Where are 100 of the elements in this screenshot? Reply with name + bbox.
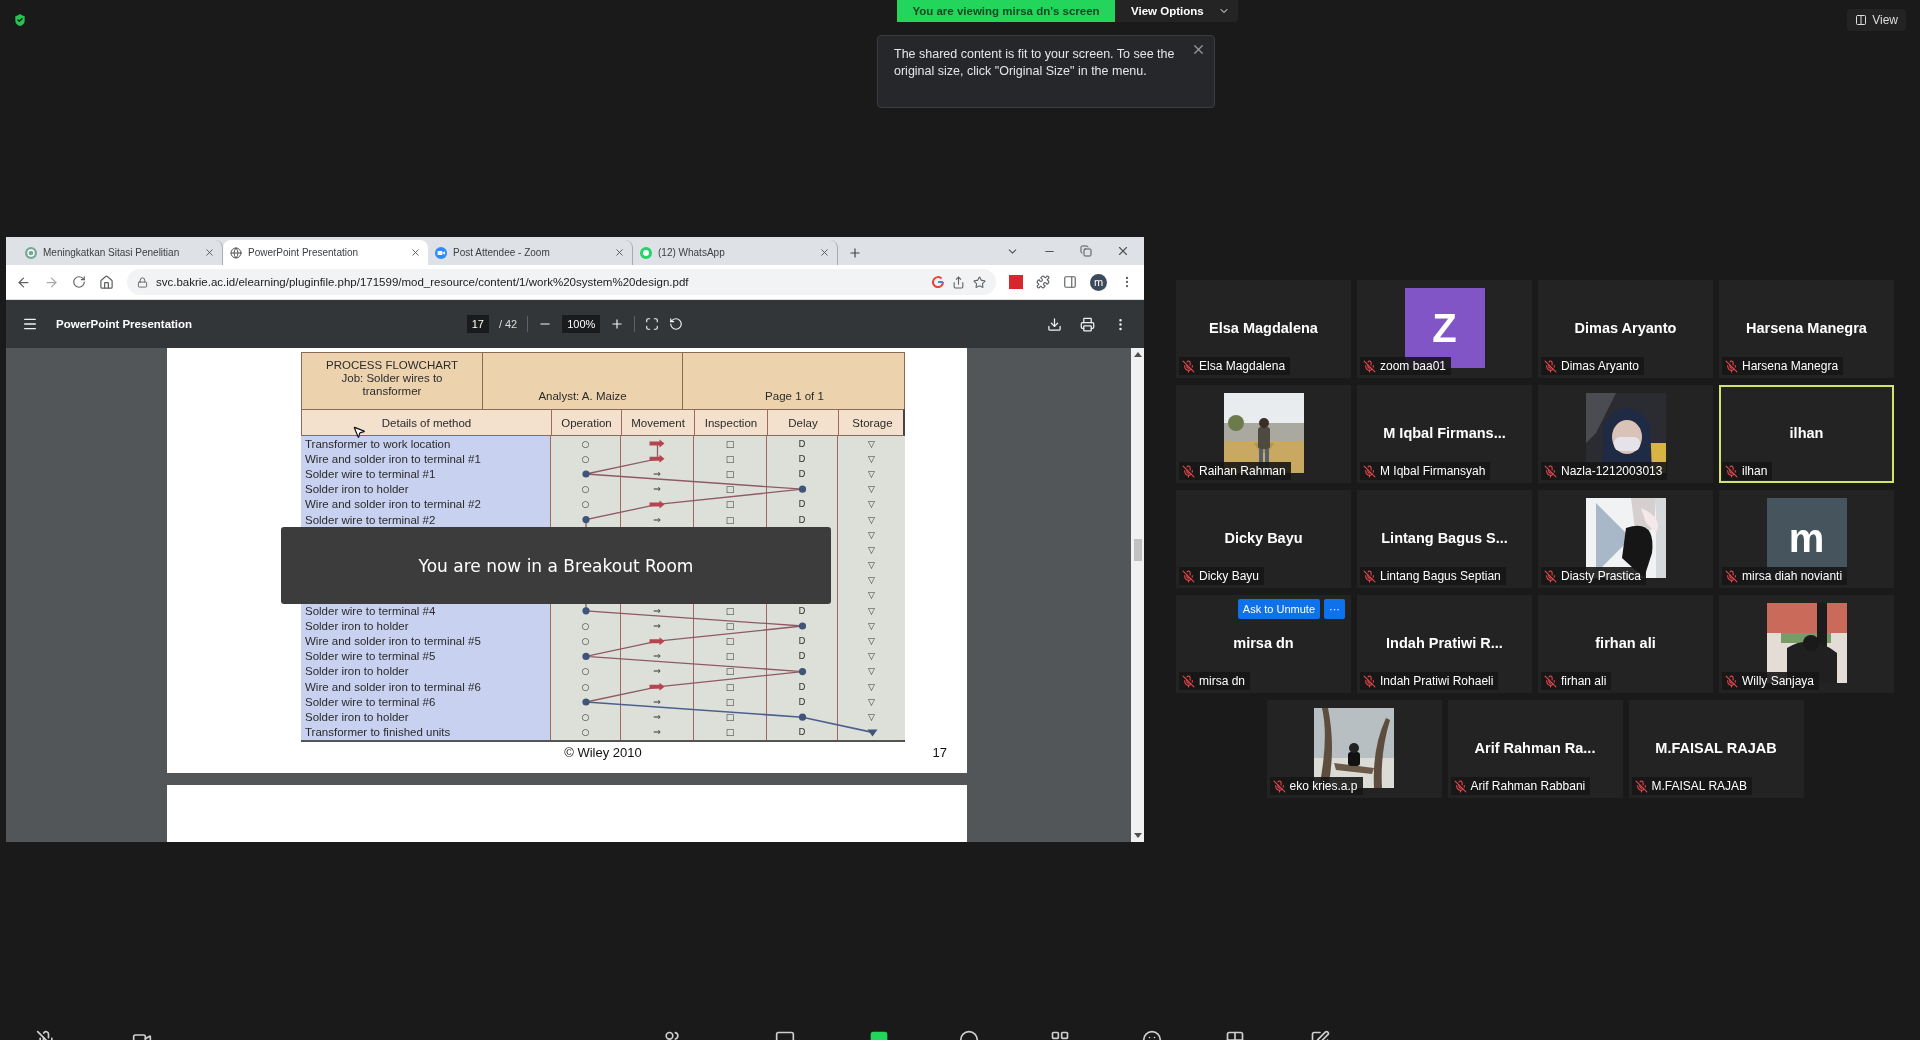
flowchart-symbol: □ — [694, 436, 767, 452]
participant-label: Raihan Rahman — [1199, 464, 1286, 478]
flowchart-symbol: ▽ — [838, 527, 905, 543]
browser-tab[interactable]: (12) WhatsApp — [633, 240, 838, 265]
flowchart-symbol: ▽ — [838, 603, 905, 619]
rotate-icon[interactable] — [669, 317, 684, 331]
column-header: Storage — [851, 415, 894, 431]
flowchart-symbol: ○ — [551, 709, 621, 725]
flowchart-symbol: ▽ — [838, 618, 905, 634]
flowchart-symbol: D — [767, 679, 838, 695]
participant-label: eko kries.a.p — [1289, 779, 1358, 793]
participant-name: Lintang Bagus S... — [1381, 530, 1508, 546]
shield-icon[interactable] — [12, 12, 28, 28]
fit-page-icon[interactable] — [645, 317, 660, 331]
method-step: Solder iron to holder — [301, 709, 551, 725]
close-icon[interactable] — [1116, 244, 1130, 258]
chat-icon — [640, 246, 652, 259]
flowchart-symbol: □ — [694, 679, 767, 695]
participant-label: Dicky Bayu — [1199, 569, 1260, 583]
method-step: Wire and solder iron to terminal #6 — [301, 679, 551, 695]
page-total: / 42 — [498, 318, 518, 330]
participant-name: Elsa Magdalena — [1209, 320, 1318, 336]
view-options-button[interactable]: View Options — [1115, 0, 1238, 22]
flowchart-symbol: ○ — [551, 633, 621, 649]
home-icon[interactable] — [99, 274, 114, 290]
side-panel-icon[interactable] — [1063, 275, 1077, 289]
document-title: PowerPoint Presentation — [56, 318, 193, 330]
close-icon[interactable] — [204, 247, 215, 258]
star-icon[interactable] — [973, 275, 986, 289]
participant-label: mirsa diah novianti — [1742, 569, 1843, 583]
flowchart-symbol: □ — [694, 466, 767, 482]
participant-label: M.FAISAL RAJAB — [1651, 779, 1748, 793]
flowchart-symbol: ▽ — [838, 694, 905, 710]
column-header: Movement — [622, 410, 695, 435]
participant-name: Dicky Bayu — [1224, 530, 1303, 546]
participant-label: Arif Rahman Rabbani — [1470, 779, 1586, 793]
flowchart-symbol: ▽ — [838, 451, 905, 467]
close-icon[interactable] — [410, 247, 421, 258]
address-field[interactable]: svc.bakrie.ac.id/elearning/pluginfile.php/171599/mod_resource/content/1/work%20system%20design.pdf — [127, 269, 996, 295]
participant-name: mirsa dn — [1233, 635, 1294, 651]
colored-ring-icon[interactable] — [932, 276, 944, 288]
menu-icon[interactable] — [22, 316, 38, 332]
puzzle-icon[interactable] — [1036, 275, 1050, 289]
close-icon[interactable] — [819, 247, 830, 258]
download-icon[interactable] — [1047, 316, 1062, 332]
browser-tab[interactable]: Post Attendee - Zoom — [428, 240, 633, 265]
zoom-in-icon[interactable] — [610, 317, 625, 331]
participant-label: Lintang Bagus Septian — [1380, 569, 1501, 583]
new-tab-icon[interactable] — [848, 245, 862, 260]
zoom-field[interactable]: 100% — [562, 315, 601, 333]
flowchart-symbol: ⇒ — [621, 466, 694, 482]
camera-icon — [435, 246, 447, 259]
flowchart-symbol: ▽ — [838, 633, 905, 649]
back-icon[interactable] — [16, 274, 31, 290]
flowchart-symbol: ○ — [551, 679, 621, 695]
print-icon[interactable] — [1080, 316, 1095, 332]
flowchart-symbol: ○ — [551, 451, 621, 467]
method-step: Solder iron to holder — [301, 618, 551, 634]
share-icon[interactable] — [952, 275, 965, 289]
flowchart-symbol: □ — [694, 633, 767, 649]
participant-name: ilhan — [1789, 425, 1824, 441]
flowchart-symbol: ○ — [551, 436, 621, 452]
view-button[interactable]: View — [1847, 9, 1906, 31]
flowchart-symbol: D — [767, 436, 838, 452]
reload-icon[interactable] — [72, 275, 86, 289]
method-step: Transformer to work location — [301, 436, 551, 452]
slide-number: 17 — [932, 744, 947, 760]
flowchart-symbol: D — [767, 633, 838, 649]
ask-to-unmute-button[interactable]: Ask to Unmute — [1237, 599, 1320, 619]
participant-name: Arif Rahman Ra... — [1474, 740, 1596, 756]
globe-icon — [230, 246, 242, 259]
flowchart-symbol: D — [767, 451, 838, 467]
participant-label: Willy Sanjaya — [1742, 674, 1815, 688]
tooltip-text: The shared content is fit to your screen. To see the original size, click "Original Size" in the menu. — [894, 46, 1176, 80]
flowchart-symbol: ▽ — [838, 542, 905, 558]
method-step: Wire and solder iron to terminal #1 — [301, 451, 551, 467]
flowchart-symbol: ▽ — [838, 466, 905, 482]
close-icon[interactable] — [614, 247, 625, 258]
participant-label: zoom baa01 — [1380, 359, 1447, 373]
participant-label: firhan ali — [1561, 674, 1607, 688]
browser-tab[interactable]: PowerPoint Presentation — [223, 240, 428, 265]
restore-icon[interactable] — [1080, 245, 1092, 257]
flowchart-symbol: ▽ — [838, 436, 905, 452]
page-field[interactable]: 17 — [466, 315, 489, 333]
flowchart-symbol: ⇒ — [621, 618, 694, 634]
more-button[interactable]: ··· — [1324, 599, 1345, 619]
participant-label: mirsa dn — [1199, 674, 1245, 688]
cursor-icon — [352, 425, 366, 439]
column-header: Delay — [768, 410, 839, 435]
layout-icon — [1855, 14, 1868, 26]
profile-avatar[interactable]: m — [1090, 273, 1107, 291]
flowchart-symbol: ▽ — [838, 709, 905, 725]
participant-label: Indah Pratiwi Rohaeli — [1380, 674, 1494, 688]
flowchart-title: PROCESS FLOWCHART Job: Solder wires to transformer — [324, 358, 460, 398]
page-of-text: Page 1 of 1 — [765, 390, 824, 403]
lock-icon — [137, 276, 148, 288]
participant-label: Elsa Magdalena — [1199, 359, 1286, 373]
participant-label: Nazla-1212003013 — [1561, 464, 1663, 478]
participant-label: M Iqbal Firmansyah — [1380, 464, 1486, 478]
close-button[interactable] — [1191, 42, 1206, 57]
